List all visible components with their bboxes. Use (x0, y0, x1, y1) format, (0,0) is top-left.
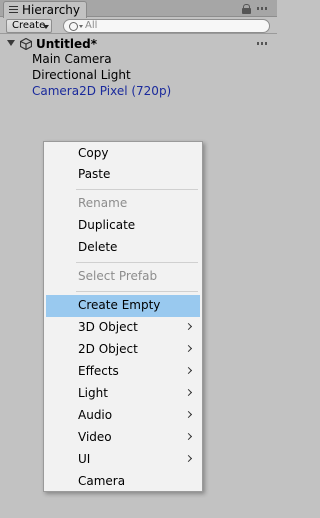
hierarchy-item-directional-light[interactable]: Directional Light (32, 68, 131, 82)
menu-item-label: Effects (78, 364, 119, 378)
hierarchy-item-camera2d-pixel[interactable]: Camera2D Pixel (720p) (32, 84, 171, 98)
scene-menu-icon[interactable] (257, 42, 267, 45)
chevron-right-icon (184, 344, 193, 353)
chevron-right-icon (184, 388, 193, 397)
menu-item-rename: Rename (46, 193, 200, 215)
menu-item-duplicate[interactable]: Duplicate (46, 215, 200, 237)
hierarchy-toolbar: Create All (0, 18, 277, 34)
hierarchy-tab[interactable]: Hierarchy (3, 1, 87, 18)
chevron-right-icon (184, 454, 193, 463)
menu-item-paste[interactable]: Paste (46, 164, 200, 186)
create-button-label: Create (12, 20, 46, 31)
menu-item-label: Select Prefab (78, 269, 158, 283)
search-input[interactable]: All (63, 19, 270, 33)
menu-item-camera[interactable]: Camera (46, 471, 200, 493)
chevron-right-icon (184, 432, 193, 441)
scene-title: Untitled* (36, 37, 97, 51)
menu-item-label: Audio (78, 408, 113, 422)
lock-icon[interactable] (242, 4, 251, 14)
menu-separator (76, 291, 198, 292)
menu-item-label: Create Empty (78, 298, 161, 312)
menu-item-2d-object[interactable]: 2D Object (46, 339, 200, 361)
menu-item-label: 3D Object (78, 320, 138, 334)
menu-item-copy[interactable]: Copy (46, 143, 200, 165)
tab-title: Hierarchy (22, 3, 81, 17)
menu-item-light[interactable]: Light (46, 383, 200, 405)
menu-item-video[interactable]: Video (46, 427, 200, 449)
menu-item-label: Duplicate (78, 218, 136, 232)
context-menu: Copy Paste Rename Duplicate Delete Selec… (43, 141, 203, 492)
chevron-right-icon (184, 410, 193, 419)
chevron-right-icon (184, 322, 193, 331)
menu-item-effects[interactable]: Effects (46, 361, 200, 383)
menu-item-label: Video (78, 430, 112, 444)
menu-item-audio[interactable]: Audio (46, 405, 200, 427)
unity-logo-icon (20, 38, 32, 50)
menu-item-select-prefab: Select Prefab (46, 266, 200, 288)
chevron-right-icon (184, 366, 193, 375)
search-placeholder: All (85, 20, 98, 31)
dropdown-caret-icon (43, 25, 49, 29)
search-filter-caret-icon (79, 25, 83, 28)
menu-item-label: Paste (78, 167, 111, 181)
menu-item-ui[interactable]: UI (46, 449, 200, 471)
menu-item-label: Delete (78, 240, 118, 254)
create-dropdown-button[interactable]: Create (6, 19, 52, 33)
foldout-arrow-icon[interactable] (7, 40, 15, 46)
menu-item-create-empty[interactable]: Create Empty (46, 295, 200, 317)
menu-item-label: 2D Object (78, 342, 138, 356)
hierarchy-item-main-camera[interactable]: Main Camera (32, 52, 112, 66)
menu-item-delete[interactable]: Delete (46, 237, 200, 259)
menu-separator (76, 189, 198, 190)
hierarchy-list-icon (9, 6, 18, 14)
menu-item-label: Light (78, 386, 108, 400)
panel-menu-icon[interactable] (257, 7, 267, 10)
menu-item-label: UI (78, 452, 91, 466)
menu-item-label: Rename (78, 196, 128, 210)
scene-header[interactable]: Untitled* (0, 36, 277, 52)
menu-separator (76, 262, 198, 263)
menu-item-label: Copy (78, 146, 109, 160)
menu-item-3d-object[interactable]: 3D Object (46, 317, 200, 339)
menu-item-label: Camera (78, 474, 126, 488)
search-icon (69, 22, 78, 31)
